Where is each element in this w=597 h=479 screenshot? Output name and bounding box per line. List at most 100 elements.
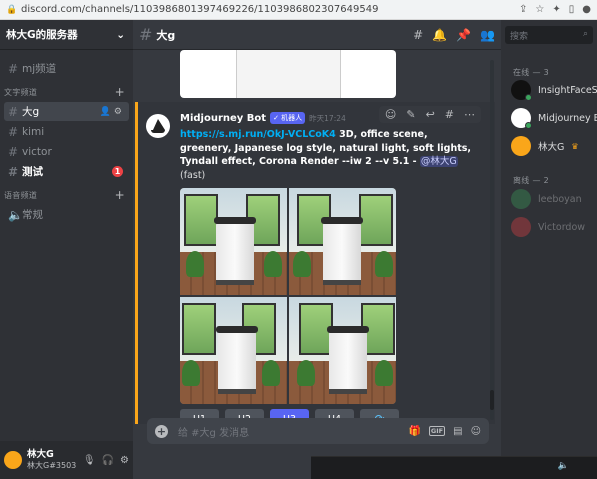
channel-label: 大g xyxy=(22,106,40,118)
crown-icon: ♛ xyxy=(571,141,579,151)
gift-icon[interactable]: 🎁 xyxy=(408,426,420,437)
message-timestamp: 昨天17:24 xyxy=(309,113,346,123)
member-insightface[interactable]: InsightFaceS... xyxy=(511,80,597,101)
volume-icon[interactable]: 🔈 xyxy=(558,461,569,471)
message-composer[interactable]: + 给 #大g 发消息 🎁 GIF ▤ ☺ xyxy=(147,418,489,444)
hash-icon: # xyxy=(8,61,19,76)
search-placeholder: 搜索 xyxy=(510,32,529,42)
mute-mic-icon[interactable]: 🎙 xyxy=(83,455,96,466)
hash-icon: # xyxy=(8,164,19,179)
edit-icon[interactable]: ✎ xyxy=(406,108,415,121)
grid-image-4[interactable] xyxy=(289,297,396,404)
threads-icon[interactable]: # xyxy=(413,28,423,42)
sidebar-toggle-icon[interactable]: ▯ xyxy=(569,4,575,15)
member-victordow[interactable]: Victordow xyxy=(511,217,597,237)
server-name: 林大G的服务器 xyxy=(6,29,78,41)
channel-test[interactable]: # 测试 1 xyxy=(4,162,129,181)
member-lindag[interactable]: 林大G ♛ xyxy=(511,136,597,156)
channel-label: kimi xyxy=(22,125,45,138)
profile-icon[interactable]: ● xyxy=(582,4,591,15)
more-icon[interactable]: ⋯ xyxy=(464,108,475,121)
chevron-down-icon[interactable]: ⌄ xyxy=(116,29,125,41)
chat-scrollbar[interactable] xyxy=(490,60,494,420)
member-name: InsightFaceS... xyxy=(538,84,597,96)
bookmark-star-icon[interactable]: ☆ xyxy=(535,4,544,15)
scrollbar-thumb[interactable] xyxy=(490,390,494,410)
category-voice-channels[interactable]: 语音频道 + xyxy=(0,182,133,204)
hash-icon: # xyxy=(8,124,19,139)
channel-victor[interactable]: # victor xyxy=(4,142,129,161)
avatar xyxy=(511,136,531,156)
grid-image-1[interactable] xyxy=(180,188,287,295)
offline-header: 离线 — 2 xyxy=(513,176,549,185)
user-mention[interactable]: @林大G xyxy=(419,156,458,167)
channel-sidebar: 林大G的服务器 ⌄ # mj频道 文字频道 + # 大g 👤⚙ # kimi # xyxy=(0,20,133,479)
avatar xyxy=(511,217,531,237)
channel-mj[interactable]: # mj频道 xyxy=(4,59,129,78)
add-attachment-icon[interactable]: + xyxy=(155,424,168,438)
server-header[interactable]: 林大G的服务器 ⌄ xyxy=(0,20,133,50)
headphones-icon[interactable]: 🎧 xyxy=(102,455,114,466)
reply-icon[interactable]: ↩ xyxy=(426,108,435,121)
member-leeboyan[interactable]: leeboyan xyxy=(511,189,597,209)
message-toolbar: ☺ ✎ ↩ # ⋯ xyxy=(378,106,481,123)
channel-label: mj频道 xyxy=(22,63,57,75)
gif-button[interactable]: GIF xyxy=(428,426,446,436)
avatar xyxy=(511,108,532,129)
share-icon[interactable]: ⇪ xyxy=(519,4,527,15)
gear-icon[interactable]: ⚙ xyxy=(120,455,129,466)
avatar xyxy=(511,189,531,209)
member-name: 林大G xyxy=(538,142,565,153)
member-name: Midjourney B... xyxy=(538,112,597,124)
bell-icon[interactable]: 🔔 xyxy=(432,28,447,42)
member-name: Victordow xyxy=(538,221,586,233)
search-input[interactable]: 搜索 ⌕ xyxy=(505,26,593,44)
previous-message-image[interactable] xyxy=(180,50,396,98)
speaker-icon: 🔈 xyxy=(8,207,23,222)
browser-url[interactable]: discord.com/channels/1103986801397469226… xyxy=(21,4,519,15)
user-tag: 林大G#3503 xyxy=(27,461,77,470)
unread-badge: 1 xyxy=(112,166,123,177)
member-list-icon[interactable]: 👥 xyxy=(480,28,495,42)
avatar[interactable] xyxy=(146,114,170,138)
hash-icon: # xyxy=(8,104,19,119)
pin-icon[interactable]: 📌 xyxy=(456,28,471,42)
add-channel-icon[interactable]: + xyxy=(115,85,125,99)
channel-title: 大g xyxy=(156,28,176,42)
add-channel-icon[interactable]: + xyxy=(115,188,125,202)
message-author[interactable]: Midjourney Bot xyxy=(180,113,266,124)
user-panel: 林大G 林大G#3503 🎙 🎧 ⚙ xyxy=(0,441,133,479)
purifier-render xyxy=(236,50,341,98)
category-text-channels[interactable]: 文字频道 + xyxy=(0,79,133,101)
status-online-icon xyxy=(525,122,532,129)
image-grid[interactable] xyxy=(180,188,396,404)
member-name: leeboyan xyxy=(538,193,582,205)
category-label: 文字频道 xyxy=(4,87,38,97)
grid-image-2[interactable] xyxy=(289,188,396,295)
category-label: 语音频道 xyxy=(4,190,38,200)
add-reaction-icon[interactable]: ☺ xyxy=(385,108,396,121)
avatar xyxy=(511,80,532,101)
voice-channel-general[interactable]: 🔈 常规 xyxy=(4,205,129,224)
message-input[interactable]: 给 #大g 发消息 xyxy=(178,424,408,439)
member-list: 搜索 ⌕ 在线 — 3 InsightFaceS... Midjourney B… xyxy=(501,20,597,479)
emoji-icon[interactable]: ☺ xyxy=(471,426,481,437)
search-icon: ⌕ xyxy=(582,29,588,39)
browser-address-bar: 🔒 discord.com/channels/11039868013974692… xyxy=(0,0,597,20)
speed-suffix: (fast) xyxy=(180,169,206,181)
channel-label: victor xyxy=(22,145,52,158)
online-header: 在线 — 3 xyxy=(513,68,549,77)
username: 林大G xyxy=(27,449,54,460)
channel-kimi[interactable]: # kimi xyxy=(4,122,129,141)
thread-icon[interactable]: # xyxy=(445,108,454,121)
channel-settings-icons[interactable]: 👤⚙ xyxy=(100,107,125,117)
status-online-icon xyxy=(525,94,532,101)
channel-dag[interactable]: # 大g 👤⚙ xyxy=(4,102,129,121)
grid-image-3[interactable] xyxy=(180,297,287,404)
channel-header: # 大g # 🔔 📌 👥 xyxy=(133,20,501,50)
sticker-icon[interactable]: ▤ xyxy=(453,426,462,437)
member-midjourney[interactable]: Midjourney B... xyxy=(511,108,597,129)
avatar[interactable] xyxy=(4,451,22,469)
extensions-icon[interactable]: ✦ xyxy=(552,4,560,15)
prompt-link[interactable]: https://s.mj.run/OkJ-VCLCoK4 xyxy=(180,129,336,140)
